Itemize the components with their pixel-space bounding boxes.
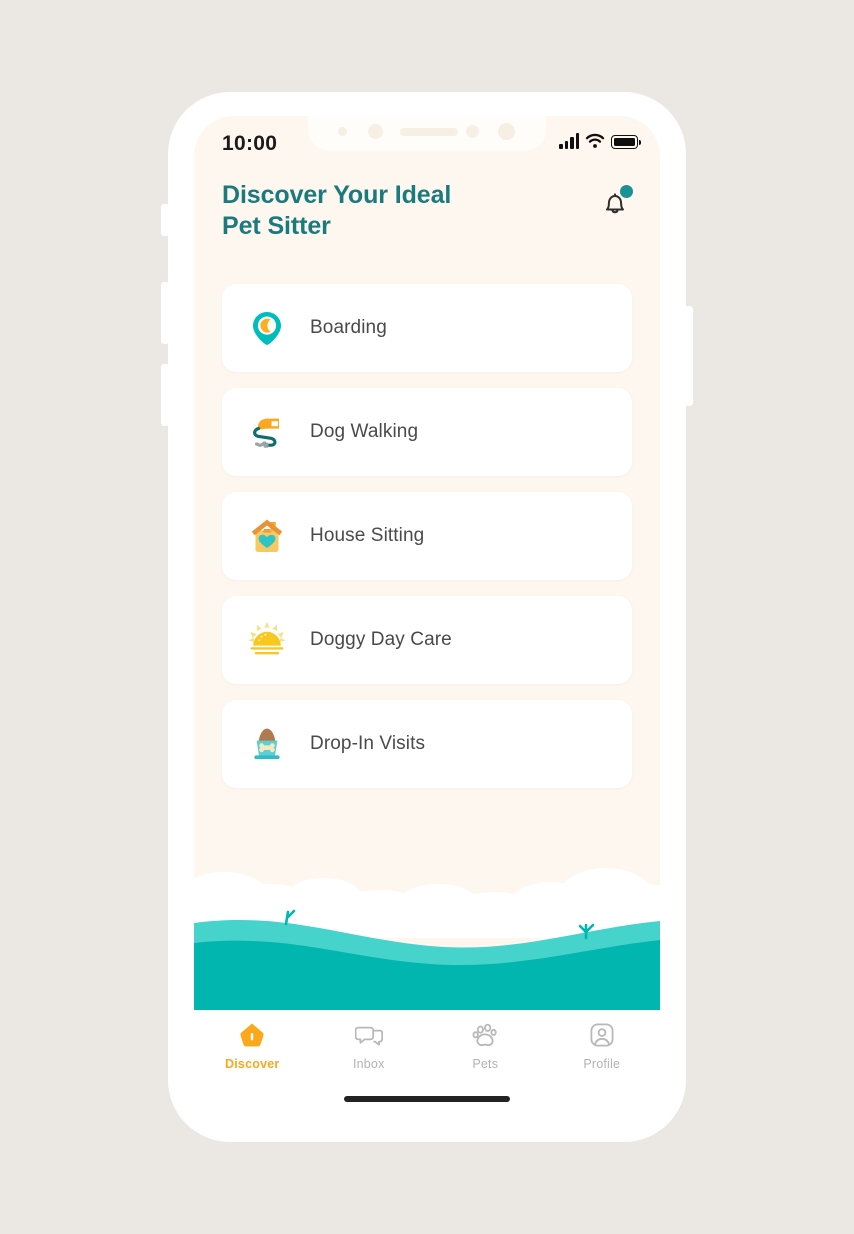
page-title-line2: Pet Sitter <box>222 211 331 240</box>
earpiece-speaker <box>400 128 458 136</box>
service-label: Boarding <box>310 317 387 338</box>
sunrise-icon <box>244 617 290 663</box>
house-heart-icon <box>244 513 290 559</box>
service-card-doggy-day-care[interactable]: Doggy Day Care <box>222 596 632 684</box>
tab-label: Discover <box>225 1057 280 1071</box>
power-button[interactable] <box>685 306 693 406</box>
phone-screen: 10:00 Discover Your Ideal Pet Sitter Boa… <box>194 116 660 1118</box>
wifi-icon <box>585 133 605 148</box>
sensor-dot <box>368 124 383 139</box>
screenshot-canvas: 10:00 Discover Your Ideal Pet Sitter Boa… <box>0 0 854 1234</box>
service-card-house-sitting[interactable]: House Sitting <box>222 492 632 580</box>
notification-button[interactable] <box>598 185 633 220</box>
chat-bubbles-icon <box>354 1020 383 1050</box>
page-header: Discover Your Ideal Pet Sitter <box>194 168 660 241</box>
signal-bars-icon <box>559 133 579 149</box>
service-card-boarding[interactable]: Boarding <box>222 284 632 372</box>
service-label: Doggy Day Care <box>310 629 452 650</box>
tab-discover[interactable]: Discover <box>194 1020 311 1118</box>
sensor-dot <box>466 125 479 138</box>
status-time: 10:00 <box>222 132 278 155</box>
volume-down-button[interactable] <box>161 364 169 426</box>
tab-pets[interactable]: Pets <box>427 1020 544 1118</box>
volume-up-button[interactable] <box>161 282 169 344</box>
phone-notch <box>308 116 546 150</box>
status-icons <box>559 133 641 149</box>
tab-profile[interactable]: Profile <box>544 1020 661 1118</box>
battery-full-icon <box>611 135 641 149</box>
tab-inbox[interactable]: Inbox <box>311 1020 428 1118</box>
tab-label: Profile <box>583 1057 621 1071</box>
tab-label: Inbox <box>352 1057 385 1071</box>
home-indicator[interactable] <box>344 1096 510 1102</box>
page-title-line1: Discover Your Ideal <box>222 181 452 209</box>
service-card-drop-in-visits[interactable]: Drop-In Visits <box>222 700 632 788</box>
dog-house-icon <box>238 1020 266 1050</box>
page-title: Discover Your Ideal Pet Sitter <box>222 180 451 241</box>
person-square-icon <box>588 1020 616 1050</box>
phone-frame: 10:00 Discover Your Ideal Pet Sitter Boa… <box>161 92 693 1142</box>
food-bowl-icon <box>244 721 290 767</box>
service-label: Drop-In Visits <box>310 733 426 754</box>
service-list: Boarding Dog Walking House Sitting Doggy… <box>194 284 660 804</box>
landscape-illustration <box>194 820 660 1010</box>
sensor-dot <box>338 127 347 136</box>
paw-print-icon <box>471 1020 499 1050</box>
leash-icon <box>244 409 290 455</box>
silence-switch[interactable] <box>161 204 169 236</box>
map-pin-moon-icon <box>244 305 290 351</box>
service-label: Dog Walking <box>310 421 419 442</box>
front-camera <box>498 123 515 140</box>
service-label: House Sitting <box>310 525 425 546</box>
service-card-dog-walking[interactable]: Dog Walking <box>222 388 632 476</box>
tab-label: Pets <box>472 1057 499 1071</box>
notification-badge <box>620 185 633 198</box>
